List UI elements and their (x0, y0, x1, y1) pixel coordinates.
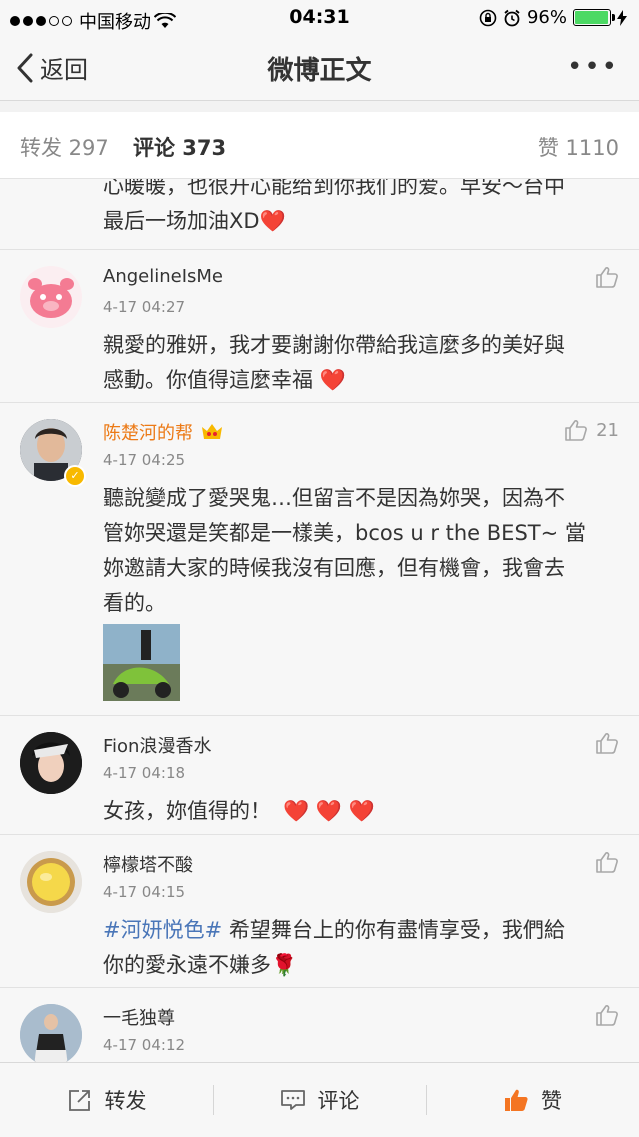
heart-emoji: ❤️ (319, 368, 346, 392)
thumbs-up-filled-icon (505, 1089, 528, 1111)
status-bar: 中国移动 04:31 96% (0, 0, 639, 36)
thumbs-up-icon (596, 1005, 618, 1026)
avatar[interactable] (20, 266, 82, 328)
avatar[interactable] (20, 732, 82, 794)
comment-time: 4-17 04:15 (103, 883, 186, 901)
tab-bar: 转发 297 评论 373 赞 1110 (0, 112, 639, 184)
tab-likes[interactable]: 赞 1110 (538, 132, 619, 162)
comment-icon (280, 1090, 305, 1110)
thumbs-up-icon (596, 267, 618, 288)
share-icon (68, 1090, 90, 1111)
username[interactable]: AngelineIsMe (103, 266, 223, 287)
battery-percentage: 96% (526, 7, 567, 28)
heart-emoji: ❤️ ❤️ ❤️ (283, 799, 375, 823)
username[interactable]: 檸檬塔不酸 (103, 851, 193, 877)
username[interactable]: 陈楚河的帮 (103, 419, 193, 445)
avatar[interactable] (20, 1004, 82, 1062)
comment-text: 聽說變成了愛哭鬼…但留言不是因為妳哭，因為不 管妳哭還是笑都是一樣美，bcos … (103, 486, 586, 615)
page-title: 微博正文 (267, 56, 372, 86)
comment-label: 评论 (317, 1089, 360, 1113)
username[interactable]: Fion浪漫香水 (103, 732, 211, 758)
comment-item: AngelineIsMe 4-17 04:27 親愛的雅妍，我才要謝謝你帶給我這… (0, 250, 639, 403)
orientation-lock-icon (479, 9, 497, 26)
like-action-button[interactable]: 赞 (426, 1063, 639, 1137)
like-count: 21 (596, 419, 619, 441)
comment-text: 心暖暖，也很开心能给到你我们的爱。早安～台中 最后一场加油XD❤️ (103, 179, 565, 233)
comment-button[interactable]: 评论 (213, 1063, 426, 1137)
comment-text: #河妍悦色# 希望舞台上的你有盡情享受，我們給 你的愛永遠不嫌多🌹 (103, 918, 565, 977)
comment-list[interactable]: 心暖暖，也很开心能给到你我们的爱。早安～台中 最后一场加油XD❤️ Angeli… (0, 179, 639, 1062)
comment-item: 心暖暖，也很开心能给到你我们的爱。早安～台中 最后一场加油XD❤️ (0, 179, 639, 250)
tab-comments-label: 评论 373 (133, 136, 227, 160)
tab-repost[interactable]: 转发 297 (20, 132, 109, 162)
comment-item: ✓ 陈楚河的帮 4-17 04:25 21 聽說變成了愛哭鬼…但留言不是因為妳哭… (0, 403, 639, 716)
comment-time: 4-17 04:27 (103, 298, 186, 316)
like-label: 赞 (541, 1089, 562, 1113)
topic-hashtag-link[interactable]: #河妍悦色# (103, 918, 222, 942)
comment-time: 4-17 04:25 (103, 451, 186, 469)
thumbs-up-icon (596, 852, 618, 873)
bottom-action-bar: 转发 评论 赞 (0, 1062, 639, 1137)
alarm-icon (504, 9, 520, 26)
username[interactable]: 一毛独尊 (103, 1004, 175, 1030)
rose-emoji: 🌹 (271, 953, 298, 977)
charging-icon (617, 9, 627, 26)
thumbs-up-icon (596, 733, 618, 754)
tab-comments[interactable]: 评论 373 (133, 132, 229, 184)
battery-icon (573, 9, 615, 26)
member-crown-icon (202, 424, 222, 439)
like-button[interactable] (595, 266, 619, 288)
like-button[interactable] (595, 1004, 619, 1026)
more-options-icon[interactable]: ••• (567, 52, 619, 82)
comment-text: 女孩，妳值得的！ ❤️ ❤️ ❤️ (103, 799, 375, 823)
like-button[interactable]: 21 (564, 419, 619, 441)
thumbs-up-icon (565, 420, 588, 441)
verified-badge-icon: ✓ (64, 465, 86, 487)
comment-image-thumbnail[interactable] (103, 624, 180, 701)
like-button[interactable] (595, 851, 619, 873)
comment-text: 親愛的雅妍，我才要謝謝你帶給我這麼多的美好與 感動。你值得這麼幸福 ❤️ (103, 333, 565, 392)
comment-time: 4-17 04:18 (103, 764, 186, 782)
repost-label: 转发 (104, 1089, 147, 1113)
comment-item: Fion浪漫香水 4-17 04:18 女孩，妳值得的！ ❤️ ❤️ ❤️ (0, 716, 639, 835)
avatar[interactable] (20, 851, 82, 913)
like-button[interactable] (595, 732, 619, 754)
nav-bar: 返回 微博正文 ••• (0, 36, 639, 101)
heart-emoji: ❤️ (259, 209, 286, 233)
repost-button[interactable]: 转发 (0, 1063, 213, 1137)
comment-item: 一毛独尊 4-17 04:12 (0, 988, 639, 1062)
comment-time: 4-17 04:12 (103, 1036, 186, 1054)
comment-item: 檸檬塔不酸 4-17 04:15 #河妍悦色# 希望舞台上的你有盡情享受，我們給… (0, 835, 639, 988)
